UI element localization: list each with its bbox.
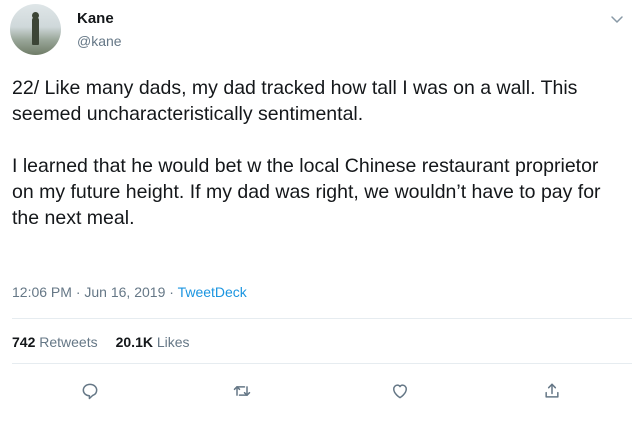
- divider: [12, 318, 632, 319]
- retweets-label: Retweets: [39, 334, 98, 350]
- retweets-count: 742: [12, 334, 36, 350]
- tweet-actions: [0, 379, 640, 409]
- like-icon[interactable]: [388, 379, 412, 403]
- likes-label: Likes: [156, 334, 190, 350]
- reply-icon[interactable]: [78, 379, 102, 403]
- divider: [12, 363, 632, 364]
- user-handle[interactable]: @kane: [77, 33, 122, 49]
- tweet-text: 22/ Like many dads, my dad tracked how t…: [12, 75, 624, 231]
- tweet-meta: 12:06 PM · Jun 16, 2019 · TweetDeck: [12, 284, 247, 300]
- tweet-date[interactable]: Jun 16, 2019: [84, 284, 165, 300]
- user-name[interactable]: Kane: [77, 10, 114, 27]
- share-icon[interactable]: [540, 379, 564, 403]
- tweet-paragraph: 22/ Like many dads, my dad tracked how t…: [12, 77, 578, 125]
- chevron-down-icon[interactable]: [610, 12, 624, 26]
- likes-stat[interactable]: 20.1K Likes: [116, 334, 190, 350]
- meta-separator: ·: [169, 284, 178, 300]
- retweet-icon[interactable]: [230, 379, 254, 403]
- tweet-time[interactable]: 12:06 PM: [12, 284, 72, 300]
- likes-count: 20.1K: [115, 334, 153, 350]
- tweet-stats: 742 Retweets 20.1K Likes: [12, 334, 190, 350]
- retweets-stat[interactable]: 742 Retweets: [12, 334, 98, 350]
- avatar-figure-body: [32, 17, 39, 45]
- avatar[interactable]: [10, 4, 61, 55]
- tweet-paragraph: I learned that he would bet w the local …: [12, 155, 601, 229]
- tweet-source-link[interactable]: TweetDeck: [178, 284, 247, 300]
